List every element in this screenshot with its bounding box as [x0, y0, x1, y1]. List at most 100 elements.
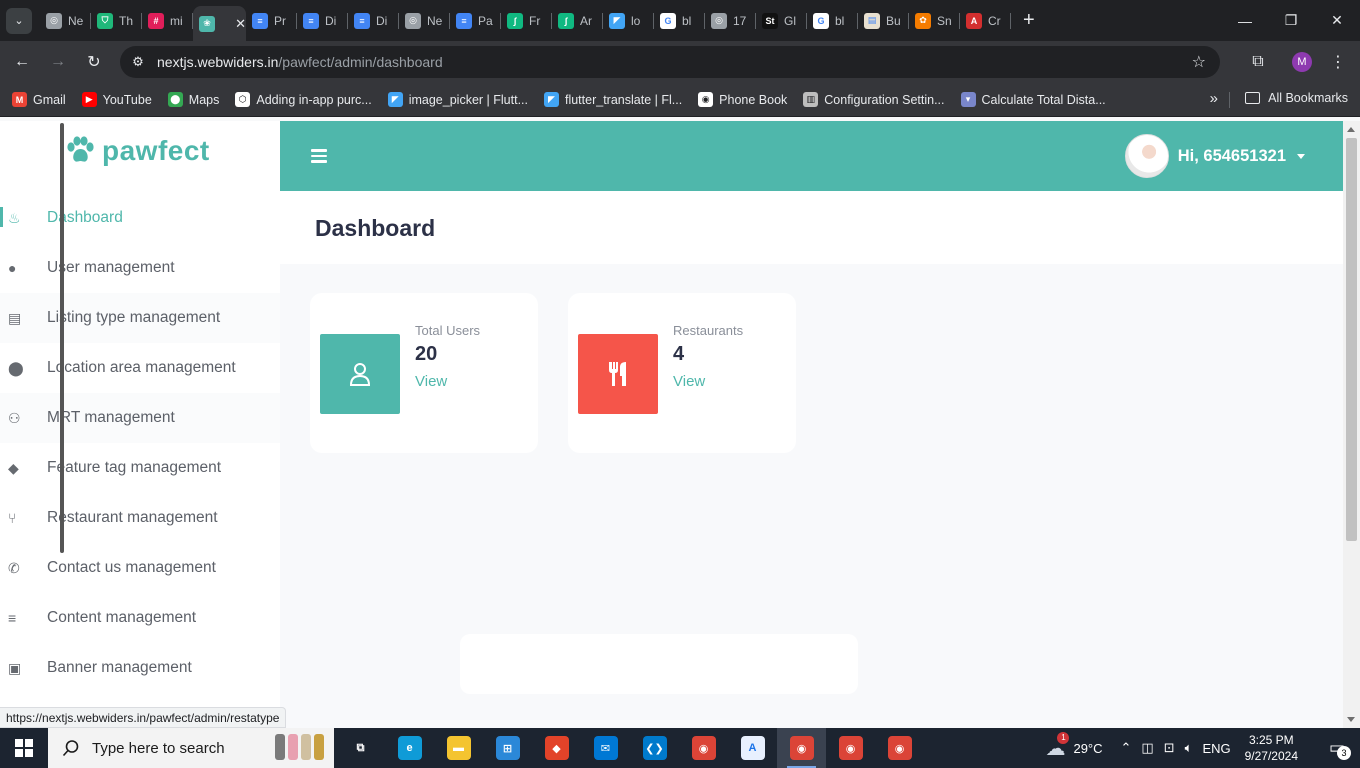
- taskbar-app-git-app[interactable]: ◆: [532, 728, 581, 768]
- tab-title: Bu: [886, 13, 901, 28]
- taskbar-app-mail[interactable]: ✉: [581, 728, 630, 768]
- bookmark-item[interactable]: ▶ YouTube: [81, 92, 152, 107]
- total-users-card: Total Users 20 View: [310, 293, 538, 453]
- tab-title: lo: [631, 13, 641, 28]
- browser-tab[interactable]: ◎ 17: [705, 0, 756, 41]
- bookmark-star-icon[interactable]: ☆: [1192, 52, 1206, 72]
- browser-tab[interactable]: ◎ Ne: [40, 0, 91, 41]
- browser-tab[interactable]: ▤ Bu: [858, 0, 909, 41]
- bookmark-item[interactable]: ◉ Phone Book: [698, 92, 787, 107]
- clock[interactable]: 3:25 PM 9/27/2024: [1245, 732, 1298, 764]
- scrollbar-thumb[interactable]: [1346, 138, 1357, 541]
- sidebar-item-dashboard[interactable]: ♨ Dashboard: [0, 193, 280, 243]
- minimize-button[interactable]: —: [1222, 0, 1268, 41]
- bookmark-item[interactable]: ◤ image_picker | Flutt...: [387, 92, 528, 107]
- taskbar-app-android-studio[interactable]: A: [728, 728, 777, 768]
- start-button[interactable]: [0, 728, 48, 768]
- tab-search-button[interactable]: ⌄: [6, 7, 32, 34]
- caret-down-icon[interactable]: [1297, 153, 1305, 159]
- new-tab-button[interactable]: +: [1023, 9, 1035, 32]
- avatar[interactable]: [1124, 134, 1169, 178]
- browser-tab[interactable]: Gbl: [807, 0, 858, 41]
- sidebar-scrollbar[interactable]: [60, 123, 64, 553]
- view-restaurants-link[interactable]: View: [673, 373, 705, 390]
- back-button[interactable]: ←: [4, 44, 40, 80]
- browser-menu-icon[interactable]: ⋮: [1328, 52, 1348, 72]
- taskbar-app-file-explorer[interactable]: ▬: [434, 728, 483, 768]
- site-info-icon[interactable]: ⚙: [122, 46, 154, 78]
- sidebar-item-listing-type-management[interactable]: ▤ Listing type management: [0, 293, 280, 343]
- browser-tab[interactable]: ◎ Ne: [399, 0, 450, 41]
- scroll-down-arrow-icon[interactable]: [1347, 717, 1355, 722]
- user-greeting[interactable]: Hi, 654651321: [1178, 147, 1286, 166]
- browser-tab[interactable]: Gbl: [654, 0, 705, 41]
- browser-tab[interactable]: ✿ Sn: [909, 0, 960, 41]
- scroll-up-arrow-icon[interactable]: [1347, 127, 1355, 132]
- taskbar-app-store[interactable]: ⊞: [483, 728, 532, 768]
- menu-toggle-icon[interactable]: [311, 149, 327, 163]
- sidebar-item-feature-tag-management[interactable]: ◆ Feature tag management: [0, 443, 280, 493]
- sidebar-item-banner-management[interactable]: ▣ Banner management: [0, 643, 280, 693]
- network-icon[interactable]: ⊡: [1164, 740, 1175, 756]
- user-menu[interactable]: Hi, 654651321: [1124, 134, 1305, 178]
- all-bookmarks-button[interactable]: All Bookmarks: [1245, 91, 1348, 105]
- sidebar-item-content-management[interactable]: ≡ Content management: [0, 593, 280, 643]
- bookmark-item[interactable]: ▥ Configuration Settin...: [803, 92, 945, 107]
- browser-tab[interactable]: ≡ Di: [348, 0, 399, 41]
- bookmark-label: image_picker | Flutt...: [408, 92, 528, 107]
- taskbar-search[interactable]: Type here to search: [48, 728, 334, 768]
- taskbar-app-chrome-profile-m[interactable]: ◉: [777, 728, 826, 768]
- browser-tab[interactable]: St Gl: [756, 0, 807, 41]
- browser-tab[interactable]: ≡ Pr: [246, 0, 297, 41]
- bookmark-item[interactable]: ⬡ Adding in-app purc...: [235, 92, 372, 107]
- browser-tab[interactable]: ≡ Di: [297, 0, 348, 41]
- sidebar-item-user-management[interactable]: ● User management: [0, 243, 280, 293]
- browser-tab[interactable]: ∫ Fr: [501, 0, 552, 41]
- taskbar-app-edge[interactable]: e: [385, 728, 434, 768]
- taskbar-app-chrome-2[interactable]: ◉: [826, 728, 875, 768]
- taskbar-app-task-view[interactable]: ⧉: [336, 728, 385, 768]
- url-text[interactable]: nextjs.webwiders.in/pawfect/admin/dashbo…: [157, 54, 443, 70]
- notification-center-button[interactable]: ▭ 3: [1322, 738, 1352, 760]
- weather-widget[interactable]: ☁ 1 29°C: [1045, 731, 1103, 761]
- tags-icon: ◆: [8, 459, 19, 476]
- close-tab-icon[interactable]: ✕: [235, 16, 246, 32]
- sidebar-item-restaurant-management[interactable]: ⑂ Restaurant management: [0, 493, 280, 543]
- taskbar-app-chrome-profile-p[interactable]: ◉: [875, 728, 924, 768]
- bookmark-favicon-icon: M: [12, 92, 27, 107]
- mail-icon: ✉: [593, 736, 618, 760]
- sidebar-item-location-area-management[interactable]: ⬤ Location area management: [0, 343, 280, 393]
- browser-tab[interactable]: ≡ Pa: [450, 0, 501, 41]
- sidebar-item-contact-us-management[interactable]: ✆ Contact us management: [0, 543, 280, 593]
- bookmark-item[interactable]: ◤ flutter_translate | Fl...: [543, 92, 682, 107]
- extensions-icon[interactable]: ⧉: [1240, 53, 1276, 71]
- profile-avatar[interactable]: M: [1292, 52, 1312, 72]
- browser-tab[interactable]: ◤ lo: [603, 0, 654, 41]
- taskbar-app-chrome[interactable]: ◉: [679, 728, 728, 768]
- browser-tab[interactable]: ⛉ Th: [91, 0, 142, 41]
- browser-tab[interactable]: A Cr: [960, 0, 1011, 41]
- volume-icon[interactable]: 🔈︎: [1185, 740, 1193, 756]
- bookmark-item[interactable]: ▾ Calculate Total Dista...: [960, 92, 1106, 107]
- bookmark-item[interactable]: ⬤ Maps: [167, 92, 219, 107]
- bookmark-item[interactable]: M Gmail: [12, 92, 66, 107]
- more-bookmarks-icon[interactable]: »: [1210, 90, 1218, 107]
- brand-logo[interactable]: pawfect: [64, 135, 210, 167]
- sidebar-item-mrt-management[interactable]: ⚇ MRT management: [0, 393, 280, 443]
- camera-icon[interactable]: ◫: [1141, 740, 1153, 756]
- language-indicator[interactable]: ENG: [1202, 741, 1230, 756]
- tab-active[interactable]: ❀ ✕: [193, 6, 246, 41]
- list-icon: ≡: [8, 610, 17, 626]
- close-window-button[interactable]: ✕: [1314, 0, 1360, 41]
- browser-tab[interactable]: # mi: [142, 0, 193, 41]
- page-scrollbar[interactable]: [1343, 121, 1360, 728]
- chevron-up-icon[interactable]: ⌃: [1121, 740, 1132, 756]
- restore-button[interactable]: ❐: [1268, 0, 1314, 41]
- browser-tab[interactable]: ∫ Ar: [552, 0, 603, 41]
- taskbar-app-vscode[interactable]: ❮❯: [630, 728, 679, 768]
- tab-favicon-icon: ▤: [864, 12, 880, 29]
- forward-button[interactable]: →: [40, 44, 76, 80]
- view-users-link[interactable]: View: [415, 373, 447, 390]
- address-bar[interactable]: ⚙ nextjs.webwiders.in/pawfect/admin/dash…: [120, 46, 1220, 78]
- reload-button[interactable]: ↻: [76, 44, 112, 80]
